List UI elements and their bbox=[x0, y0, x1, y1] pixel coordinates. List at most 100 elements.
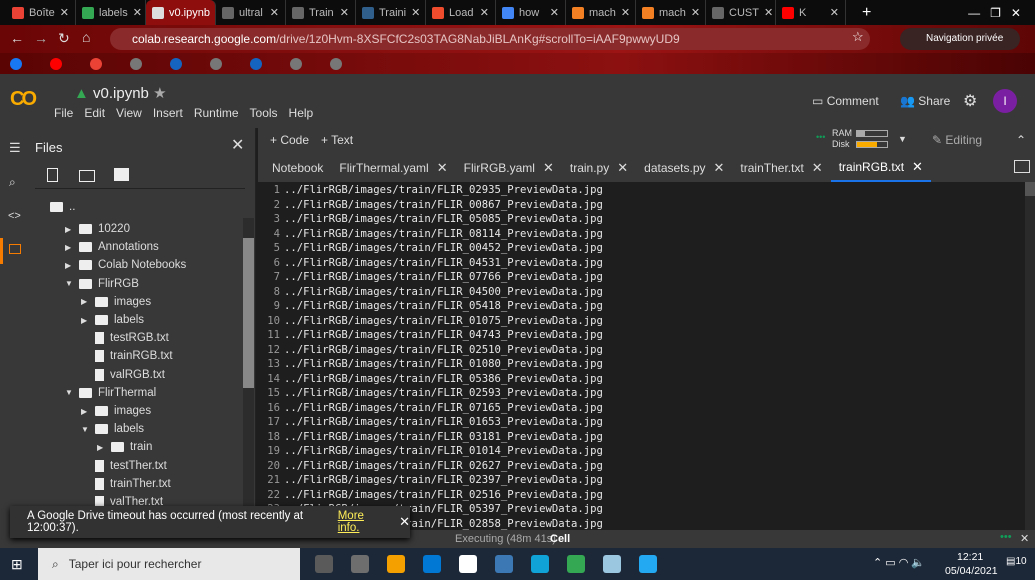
windows-start-icon[interactable]: ⊞ bbox=[11, 556, 23, 573]
taskbar-app-icon[interactable] bbox=[459, 555, 477, 573]
clock-time[interactable]: 12:21 bbox=[957, 551, 983, 563]
refresh-folder-icon[interactable] bbox=[79, 170, 95, 182]
close-icon[interactable]: ✕ bbox=[764, 6, 773, 19]
editor-scrollbar[interactable] bbox=[1025, 182, 1035, 530]
executing-cell-link[interactable]: Cell bbox=[550, 533, 570, 545]
private-mode-badge[interactable]: Navigation privée bbox=[900, 28, 1020, 50]
folder-item[interactable]: ▶ Annotations bbox=[65, 238, 159, 256]
folder-item[interactable]: ▶ 10220 bbox=[65, 220, 130, 238]
text-editor[interactable]: 1 ../FlirRGB/images/train/FLIR_02935_Prev… bbox=[258, 182, 1025, 530]
chevron-up-icon[interactable]: ⌃ bbox=[1016, 133, 1026, 147]
folder-item[interactable]: ▶ images bbox=[81, 402, 151, 420]
taskbar-app-icon[interactable] bbox=[495, 555, 513, 573]
chevron-down-icon[interactable]: ▼ bbox=[81, 425, 89, 434]
browser-tab[interactable]: how ✕ bbox=[496, 0, 566, 25]
editor-tab[interactable]: train.py ✕ bbox=[562, 154, 636, 182]
share-button[interactable]: 👥 Share bbox=[900, 94, 950, 108]
close-icon[interactable]: ✕ bbox=[231, 135, 244, 155]
bookmark-icon[interactable] bbox=[210, 57, 222, 70]
notebook-name[interactable]: v0.ipynb bbox=[93, 85, 149, 102]
menu-edit[interactable]: Edit bbox=[84, 106, 105, 120]
close-icon[interactable]: ✕ bbox=[617, 160, 628, 176]
file-item[interactable]: testTher.txt bbox=[95, 457, 167, 475]
file-item[interactable]: trainTher.txt bbox=[95, 475, 171, 493]
file-item[interactable]: trainRGB.txt bbox=[95, 347, 173, 365]
comment-button[interactable]: ▭ Comment bbox=[812, 94, 879, 108]
reload-icon[interactable]: ↻ bbox=[58, 30, 70, 47]
clock-date[interactable]: 05/04/2021 bbox=[945, 565, 998, 577]
close-icon[interactable]: ✕ bbox=[411, 6, 420, 19]
chevron-right-icon[interactable]: ▶ bbox=[81, 407, 89, 416]
mount-drive-icon[interactable] bbox=[114, 168, 129, 181]
browser-tab[interactable]: mach ✕ bbox=[566, 0, 636, 25]
taskbar-app-icon[interactable] bbox=[351, 555, 369, 573]
add-text-button[interactable]: + Text bbox=[321, 133, 353, 147]
back-icon[interactable]: ← bbox=[10, 30, 24, 46]
bookmark-icon[interactable] bbox=[10, 57, 22, 70]
chevron-down-icon[interactable]: ▼ bbox=[65, 388, 73, 397]
close-icon[interactable]: ✕ bbox=[437, 160, 448, 176]
url-bar[interactable]: colab.research.google.com/drive/1z0Hvm-8… bbox=[110, 28, 870, 50]
close-icon[interactable]: ✕ bbox=[340, 6, 349, 19]
browser-tab[interactable]: CUST ✕ bbox=[706, 0, 776, 25]
bookmark-icon[interactable] bbox=[90, 57, 102, 70]
parent-directory[interactable]: .. bbox=[50, 198, 75, 216]
menu-runtime[interactable]: Runtime bbox=[194, 106, 239, 120]
browser-tab[interactable]: ultral ✕ bbox=[216, 0, 286, 25]
close-icon[interactable]: ✕ bbox=[543, 160, 554, 176]
browser-tab[interactable]: Load ✕ bbox=[426, 0, 496, 25]
chevron-right-icon[interactable]: ▶ bbox=[65, 243, 73, 252]
file-item[interactable]: valRGB.txt bbox=[95, 366, 165, 384]
notifications-icon[interactable]: ▤10 bbox=[1006, 556, 1027, 567]
taskbar-app-icon[interactable] bbox=[639, 555, 657, 573]
files-scrollbar[interactable] bbox=[243, 218, 254, 530]
chevron-right-icon[interactable]: ▶ bbox=[65, 225, 73, 234]
scrollbar-thumb[interactable] bbox=[1025, 182, 1035, 196]
bookmark-icon[interactable] bbox=[250, 57, 262, 70]
gear-icon[interactable]: ⚙ bbox=[963, 91, 977, 111]
bookmark-icon[interactable] bbox=[290, 57, 302, 70]
folder-item[interactable]: ▼ labels bbox=[81, 420, 144, 438]
folder-item[interactable]: ▶ Colab Notebooks bbox=[65, 256, 186, 274]
taskbar-app-icon[interactable] bbox=[603, 555, 621, 573]
new-tab-icon[interactable]: + bbox=[862, 4, 871, 22]
home-icon[interactable]: ⌂ bbox=[82, 29, 90, 45]
taskbar-app-icon[interactable] bbox=[531, 555, 549, 573]
chevron-right-icon[interactable]: ▶ bbox=[81, 316, 89, 325]
close-icon[interactable]: ✕ bbox=[270, 6, 279, 19]
tray-icons[interactable]: ⌃ ▭ ◠ 🔈 bbox=[873, 556, 925, 569]
browser-tab[interactable]: v0.ipynb✕ bbox=[146, 0, 216, 25]
folder-item[interactable]: ▼ FlirThermal bbox=[65, 384, 156, 402]
editor-tab[interactable]: trainTher.txt ✕ bbox=[732, 154, 830, 182]
folder-item[interactable]: ▼ FlirRGB bbox=[65, 275, 139, 293]
bookmark-icon[interactable] bbox=[170, 57, 182, 70]
close-icon[interactable]: ✕ bbox=[691, 6, 700, 19]
folder-item[interactable]: ▶ labels bbox=[81, 311, 144, 329]
browser-tab[interactable]: Traini ✕ bbox=[356, 0, 426, 25]
close-icon[interactable]: ✕ bbox=[621, 6, 630, 19]
browser-tab[interactable]: Train ✕ bbox=[286, 0, 356, 25]
scrollbar-thumb[interactable] bbox=[243, 238, 254, 388]
browser-tab[interactable]: labels ✕ bbox=[76, 0, 146, 25]
chevron-right-icon[interactable]: ▶ bbox=[65, 261, 73, 270]
close-icon[interactable]: ✕ bbox=[480, 6, 489, 19]
files-icon[interactable] bbox=[9, 244, 21, 254]
taskbar-app-icon[interactable] bbox=[387, 555, 405, 573]
taskbar-search[interactable]: ⌕ Taper ici pour rechercher bbox=[38, 548, 300, 580]
close-icon[interactable]: ✕ bbox=[1020, 532, 1029, 545]
forward-icon[interactable]: → bbox=[34, 30, 48, 46]
bookmark-icon[interactable] bbox=[130, 57, 142, 70]
editing-button[interactable]: ✎ Editing bbox=[932, 133, 982, 147]
chevron-right-icon[interactable]: ▶ bbox=[81, 297, 89, 306]
bookmark-icon[interactable] bbox=[330, 57, 342, 70]
taskbar-app-icon[interactable] bbox=[315, 555, 333, 573]
layout-toggle-icon[interactable] bbox=[1014, 160, 1030, 173]
editor-tab[interactable]: datasets.py ✕ bbox=[636, 154, 732, 182]
menu-file[interactable]: File bbox=[54, 106, 73, 120]
chevron-down-icon[interactable]: ▼ bbox=[65, 279, 73, 288]
close-icon[interactable]: ✕ bbox=[550, 6, 559, 19]
taskbar-app-icon[interactable] bbox=[567, 555, 585, 573]
close-icon[interactable]: ✕ bbox=[133, 6, 142, 19]
colab-logo[interactable]: CO bbox=[10, 88, 37, 111]
avatar[interactable]: I bbox=[993, 89, 1017, 113]
